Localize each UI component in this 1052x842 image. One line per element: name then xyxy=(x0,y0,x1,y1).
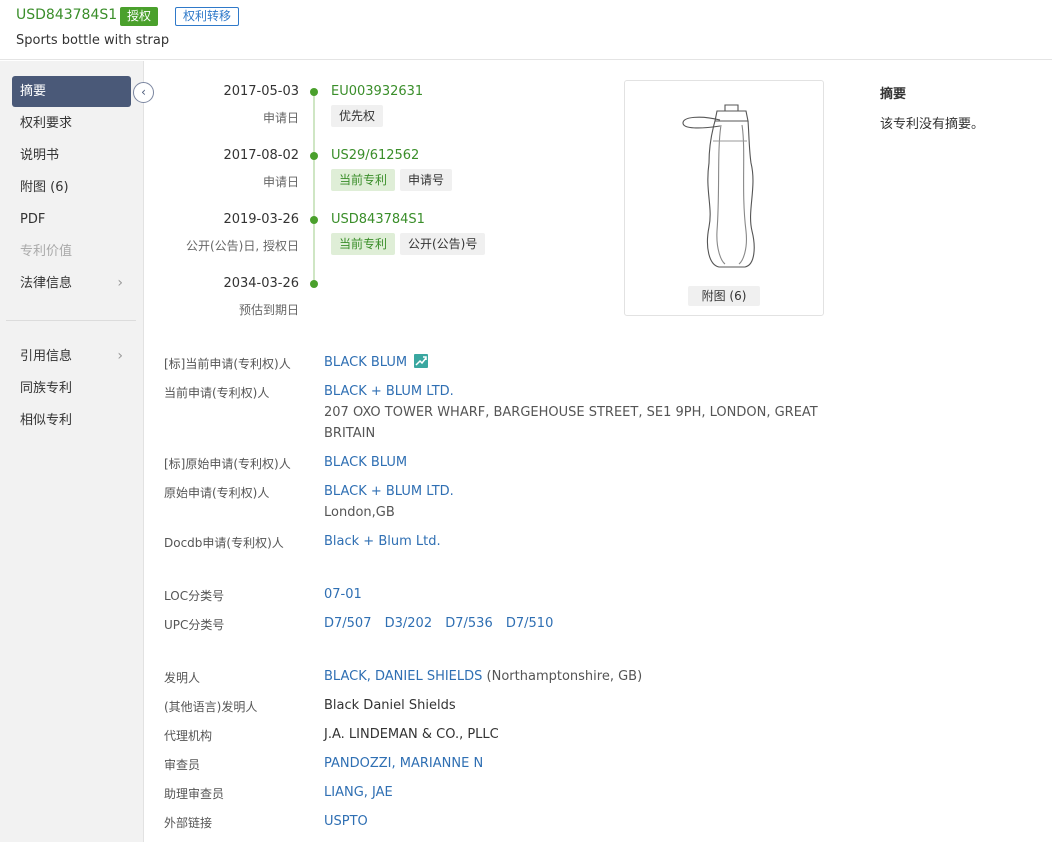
inventor-other-language-value: Black Daniel Shields xyxy=(324,698,456,713)
timeline-dot xyxy=(310,88,318,96)
upc-class-link[interactable]: D7/510 xyxy=(506,616,553,631)
timeline-date-label: 预估到期日 xyxy=(238,303,299,317)
timeline-dot xyxy=(310,216,318,224)
timeline-date: 2017-05-03 xyxy=(223,84,299,99)
field-label: [标]当前申请(专利权)人 xyxy=(164,357,291,371)
assistant-examiner-link[interactable]: LIANG, JAE xyxy=(324,782,393,803)
collapse-sidebar-button[interactable]: ‹ xyxy=(133,82,154,103)
status-badge: 授权 xyxy=(120,7,159,26)
sidebar-item-pdf[interactable]: PDF xyxy=(12,204,131,235)
std-current-applicant-link[interactable]: BLACK BLUM xyxy=(324,355,407,370)
field-label: 发明人 xyxy=(164,671,201,685)
publication-number-tag: 公开(公告)号 xyxy=(400,233,486,255)
upc-class-link[interactable]: D3/202 xyxy=(385,616,432,631)
current-applicant-address: 207 OXO TOWER WHARF, BARGEHOUSE STREET, … xyxy=(324,405,818,420)
sidebar-item-citations[interactable]: 引用信息 › xyxy=(12,341,131,372)
std-current-applicant-value: BLACK BLUM xyxy=(324,352,429,373)
sidebar-item-legal-info[interactable]: 法律信息 › xyxy=(12,268,131,299)
sidebar-divider xyxy=(6,320,136,321)
upc-class-link[interactable]: D7/536 xyxy=(445,616,492,631)
current-applicant-link[interactable]: BLACK + BLUM LTD. xyxy=(324,381,818,402)
examiner-link[interactable]: PANDOZZI, MARIANNE N xyxy=(324,753,483,774)
field-label: 当前申请(专利权)人 xyxy=(164,386,270,400)
agency-value: J.A. LINDEMAN & CO., PLLC xyxy=(324,727,499,742)
sidebar-item-label: 摘要 xyxy=(20,84,47,99)
timeline-dot xyxy=(310,152,318,160)
sidebar-item-similar[interactable]: 相似专利 xyxy=(12,405,131,436)
loc-class-link[interactable]: 07-01 xyxy=(324,584,362,605)
sidebar-item-description[interactable]: 说明书 xyxy=(12,140,131,171)
field-label: 原始申请(专利权)人 xyxy=(164,486,270,500)
std-original-applicant-link[interactable]: BLACK BLUM xyxy=(324,452,407,473)
current-applicant-value: BLACK + BLUM LTD. 207 OXO TOWER WHARF, B… xyxy=(324,381,818,444)
figure-preview-panel[interactable] xyxy=(624,80,824,316)
current-applicant-address-cont: BRITAIN xyxy=(324,426,376,441)
sidebar-item-label: PDF xyxy=(20,212,46,227)
sidebar-item-family[interactable]: 同族专利 xyxy=(12,373,131,404)
field-label: 外部链接 xyxy=(164,816,213,830)
patent-title: Sports bottle with strap xyxy=(16,33,170,48)
sidebar-item-label: 附图 (6) xyxy=(20,180,69,195)
timeline-date: 2017-08-02 xyxy=(223,148,299,163)
application-number-tag: 申请号 xyxy=(400,169,453,191)
timeline-dot xyxy=(310,280,318,288)
field-label: 代理机构 xyxy=(164,729,213,743)
sidebar-item-abstract[interactable]: 摘要 xyxy=(12,76,131,107)
abstract-text: 该专利没有摘要。 xyxy=(880,117,985,132)
timeline-date-label: 申请日 xyxy=(262,111,299,125)
upc-class-list: D7/507 D3/202 D7/536 D7/510 xyxy=(324,613,562,634)
transfer-badge[interactable]: 权利转移 xyxy=(175,7,240,26)
original-applicant-address: London,GB xyxy=(324,505,395,520)
company-chart-icon[interactable] xyxy=(414,354,429,368)
sidebar-item-label: 法律信息 xyxy=(20,276,73,291)
sidebar-item-label: 引用信息 xyxy=(20,349,73,364)
sidebar-item-label: 说明书 xyxy=(20,148,60,163)
field-label: 助理审查员 xyxy=(164,787,225,801)
timeline-number-link[interactable]: USD843784S1 xyxy=(331,212,425,227)
bottle-drawing-image xyxy=(682,104,755,268)
upc-class-link[interactable]: D7/507 xyxy=(324,616,371,631)
sidebar-item-label: 专利价值 xyxy=(20,244,73,259)
timeline-date: 2034-03-26 xyxy=(223,276,299,291)
sidebar-item-label: 同族专利 xyxy=(20,381,73,396)
current-patent-tag: 当前专利 xyxy=(331,169,396,191)
figure-count-label[interactable]: 附图 (6) xyxy=(688,286,760,306)
patent-number: USD843784S1 xyxy=(16,7,118,23)
inventor-location: (Northamptonshire, GB) xyxy=(486,669,643,684)
original-applicant-value: BLACK + BLUM LTD. London,GB xyxy=(324,481,454,523)
timeline-date-label: 公开(公告)日, 授权日 xyxy=(186,239,299,253)
field-label: (其他语言)发明人 xyxy=(164,700,258,714)
field-label: [标]原始申请(专利权)人 xyxy=(164,457,291,471)
abstract-heading: 摘要 xyxy=(880,87,907,102)
chevron-right-icon: › xyxy=(117,348,123,364)
timeline-number-link[interactable]: US29/612562 xyxy=(331,148,419,163)
timeline-date: 2019-03-26 xyxy=(223,212,299,227)
current-patent-tag: 当前专利 xyxy=(331,233,396,255)
sidebar-item-label: 权利要求 xyxy=(20,116,73,131)
field-label: Docdb申请(专利权)人 xyxy=(164,536,284,550)
external-link-uspto[interactable]: USPTO xyxy=(324,811,368,832)
inventor-link[interactable]: BLACK, DANIEL SHIELDS xyxy=(324,669,482,684)
inventor-value: BLACK, DANIEL SHIELDS (Northamptonshire,… xyxy=(324,666,642,687)
field-label: LOC分类号 xyxy=(164,589,225,603)
timeline-number-link[interactable]: EU003932631 xyxy=(331,84,423,99)
original-applicant-link[interactable]: BLACK + BLUM LTD. xyxy=(324,481,454,502)
patent-header: USD843784S1 授权 权利转移 Sports bottle with s… xyxy=(0,0,1052,60)
timeline-line xyxy=(313,92,315,284)
chevron-right-icon: › xyxy=(117,275,123,291)
docdb-applicant-link[interactable]: Black + Blum Ltd. xyxy=(324,531,441,552)
priority-tag: 优先权 xyxy=(331,105,384,127)
field-label: UPC分类号 xyxy=(164,618,225,632)
sidebar-item-label: 相似专利 xyxy=(20,413,73,428)
field-label: 审查员 xyxy=(164,758,201,772)
timeline-date-label: 申请日 xyxy=(262,175,299,189)
